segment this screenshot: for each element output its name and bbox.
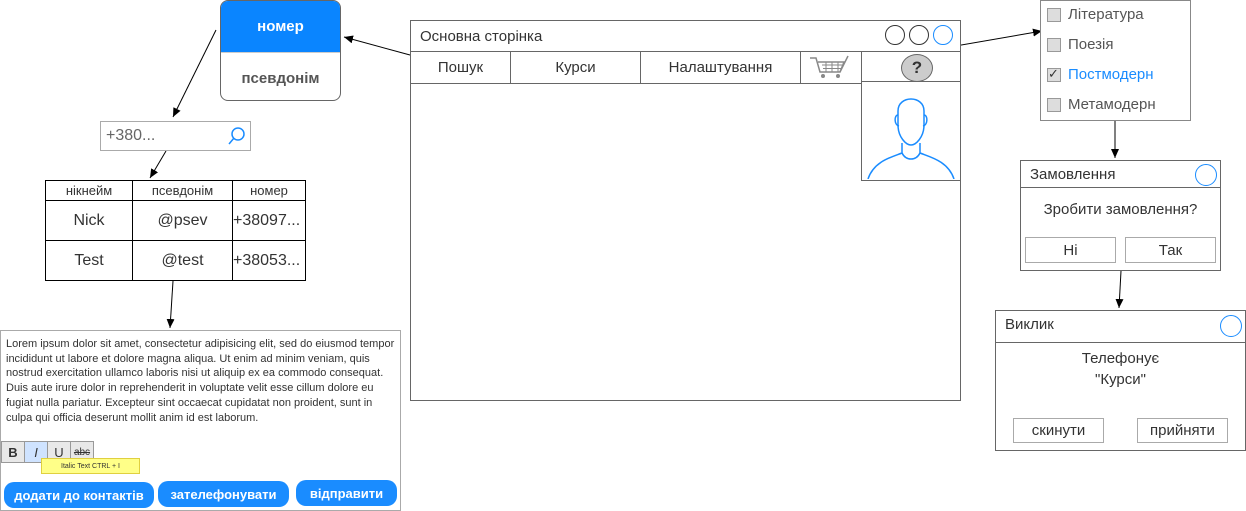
table-cell: Nick	[45, 200, 133, 241]
checkbox-label: Постмодерн	[1068, 66, 1154, 83]
order-dialog: Замовлення Зробити замовлення? Ні Так	[1020, 160, 1221, 271]
contacts-table: нікнейм псевдонім номер Nick @psev +3809…	[45, 180, 306, 281]
avatar[interactable]	[861, 81, 961, 181]
table-cell: @test	[132, 240, 233, 281]
toggle-option-alias[interactable]: псевдонім	[221, 52, 340, 100]
table-cell: Test	[45, 240, 133, 281]
dialog-header: Замовлення	[1021, 161, 1220, 188]
number-alias-toggle[interactable]: номер псевдонім	[220, 0, 341, 101]
search-icon[interactable]	[227, 126, 247, 146]
column-header[interactable]: нікнейм	[45, 180, 133, 201]
checkbox-label: Метамодерн	[1068, 96, 1156, 113]
table-row[interactable]: Test @test +38053...	[45, 240, 306, 281]
accept-call-button[interactable]: прийняти	[1137, 418, 1228, 443]
column-header[interactable]: номер	[232, 180, 306, 201]
bold-button[interactable]: B	[1, 441, 25, 463]
window-title: Основна сторінка	[420, 28, 543, 45]
reject-call-button[interactable]: скинути	[1013, 418, 1104, 443]
dialog-close-button[interactable]	[1220, 315, 1242, 337]
tab-courses[interactable]: Курси	[511, 52, 641, 83]
checkbox[interactable]	[1047, 7, 1061, 22]
checkbox-label: Поезія	[1068, 36, 1114, 53]
main-window: Основна сторінка Пошук Курси Налаштуванн…	[410, 20, 961, 401]
checkbox-metamodern[interactable]: Метамодерн	[1047, 96, 1156, 113]
message-editor[interactable]: Lorem ipsum dolor sit amet, consectetur …	[0, 330, 401, 511]
table-header-row: нікнейм псевдонім номер	[45, 180, 306, 201]
checkbox-postmodern[interactable]: ✓ Постмодерн	[1047, 66, 1154, 83]
table-cell: +38097...	[232, 200, 306, 241]
checkmark-icon: ✓	[1048, 65, 1059, 81]
minimize-button[interactable]	[885, 25, 905, 45]
tab-settings[interactable]: Налаштування	[641, 52, 801, 83]
call-button[interactable]: зателефонувати	[158, 481, 289, 507]
cart-icon[interactable]	[808, 52, 850, 80]
checkbox[interactable]	[1047, 97, 1061, 112]
checkbox[interactable]	[1047, 37, 1061, 52]
no-button[interactable]: Ні	[1025, 237, 1116, 263]
checkbox-literature[interactable]: Література	[1047, 6, 1144, 23]
dialog-title: Виклик	[1005, 316, 1054, 333]
incoming-call-dialog: Виклик Телефонує "Курси" скинути прийнят…	[995, 310, 1246, 451]
caller-line: Телефонує	[1081, 350, 1160, 367]
toggle-option-number[interactable]: номер	[221, 1, 340, 52]
tab-search[interactable]: Пошук	[411, 52, 511, 83]
checkbox-label: Література	[1068, 6, 1144, 23]
phone-search-input[interactable]	[106, 127, 224, 145]
table-cell: +38053...	[232, 240, 306, 281]
checkbox[interactable]: ✓	[1047, 65, 1061, 82]
add-contact-button[interactable]: додати до контактів	[4, 482, 154, 508]
dialog-close-button[interactable]	[1195, 164, 1217, 186]
main-tabs: Пошук Курси Налаштування	[411, 51, 861, 84]
user-avatar-icon	[867, 98, 955, 180]
italic-tooltip: Italic Text CTRL + I	[41, 458, 140, 474]
close-button[interactable]	[933, 25, 953, 45]
table-cell: @psev	[132, 200, 233, 241]
send-button[interactable]: відправити	[296, 480, 397, 506]
help-icon[interactable]: ?	[901, 54, 933, 82]
dialog-title: Замовлення	[1030, 166, 1116, 183]
phone-search-box[interactable]	[100, 121, 251, 151]
genre-checklist: Література Поезія ✓ Постмодерн Метамодер…	[1040, 0, 1191, 121]
maximize-button[interactable]	[909, 25, 929, 45]
dialog-message: Зробити замовлення?	[1043, 201, 1198, 218]
table-row[interactable]: Nick @psev +38097...	[45, 200, 306, 241]
help-area: ?	[861, 51, 961, 82]
yes-button[interactable]: Так	[1125, 237, 1216, 263]
column-header[interactable]: псевдонім	[132, 180, 233, 201]
dialog-header: Виклик	[996, 311, 1245, 343]
caller-name: "Курси"	[1095, 371, 1146, 388]
editor-text[interactable]: Lorem ipsum dolor sit amet, consectetur …	[6, 337, 398, 425]
checkbox-poetry[interactable]: Поезія	[1047, 36, 1113, 53]
